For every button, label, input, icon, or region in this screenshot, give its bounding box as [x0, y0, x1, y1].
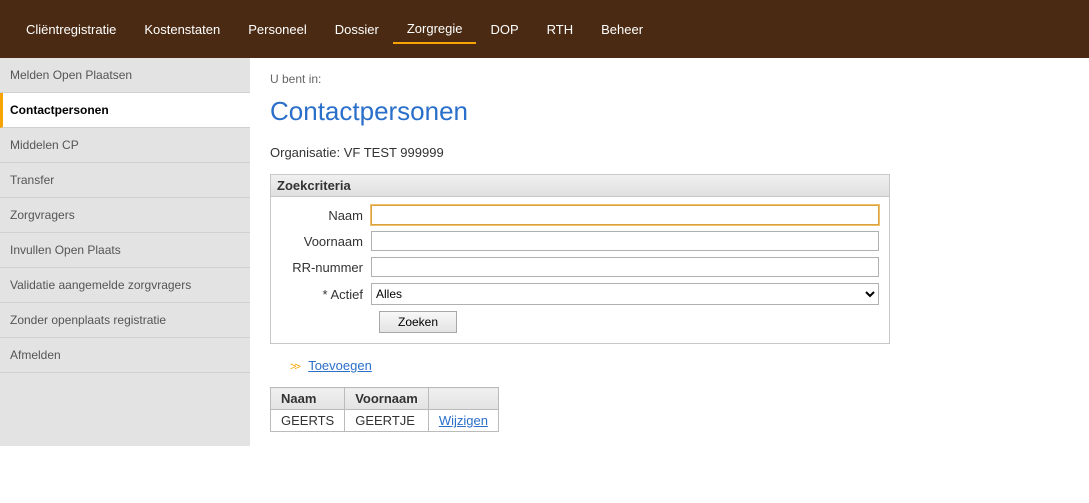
sidebar-item-melden-open-plaatsen[interactable]: Melden Open Plaatsen	[0, 58, 250, 93]
organisation-value: VF TEST 999999	[344, 145, 444, 160]
zoeken-button[interactable]: Zoeken	[379, 311, 457, 333]
voornaam-input[interactable]	[371, 231, 879, 251]
nav-zorgregie[interactable]: Zorgregie	[393, 15, 477, 44]
naam-input[interactable]	[371, 205, 879, 225]
cell-naam: GEERTS	[271, 410, 345, 432]
col-naam: Naam	[271, 388, 345, 410]
toevoegen-link[interactable]: Toevoegen	[308, 358, 372, 373]
sidebar-item-contactpersonen[interactable]: Contactpersonen	[0, 93, 250, 128]
page-title: Contactpersonen	[270, 96, 1069, 127]
cell-voornaam: GEERTJE	[345, 410, 429, 432]
sidebar-item-transfer[interactable]: Transfer	[0, 163, 250, 198]
nav-beheer[interactable]: Beheer	[587, 16, 657, 43]
top-nav: Cliëntregistratie Kostenstaten Personeel…	[0, 0, 1089, 58]
search-panel: Zoekcriteria Naam Voornaam RR-nummer * A…	[270, 174, 890, 344]
nav-personeel[interactable]: Personeel	[234, 16, 321, 43]
actief-select[interactable]: Alles	[371, 283, 879, 305]
sidebar-item-afmelden[interactable]: Afmelden	[0, 338, 250, 373]
breadcrumb: U bent in:	[270, 72, 1069, 86]
nav-dossier[interactable]: Dossier	[321, 16, 393, 43]
search-panel-title: Zoekcriteria	[271, 175, 889, 197]
col-voornaam: Voornaam	[345, 388, 429, 410]
sidebar: Melden Open Plaatsen Contactpersonen Mid…	[0, 58, 250, 446]
sidebar-item-zorgvragers[interactable]: Zorgvragers	[0, 198, 250, 233]
sidebar-item-invullen-open-plaats[interactable]: Invullen Open Plaats	[0, 233, 250, 268]
table-row: GEERTS GEERTJE Wijzigen	[271, 410, 499, 432]
voornaam-label: Voornaam	[281, 234, 371, 249]
organisation-label: Organisatie:	[270, 145, 340, 160]
organisation-line: Organisatie: VF TEST 999999	[270, 145, 1069, 160]
nav-clientregistratie[interactable]: Cliëntregistratie	[12, 16, 130, 43]
sidebar-item-middelen-cp[interactable]: Middelen CP	[0, 128, 250, 163]
main-content: U bent in: Contactpersonen Organisatie: …	[250, 58, 1089, 446]
naam-label: Naam	[281, 208, 371, 223]
col-actions	[428, 388, 498, 410]
nav-rth[interactable]: RTH	[533, 16, 587, 43]
results-table: Naam Voornaam GEERTS GEERTJE Wijzigen	[270, 387, 499, 432]
sidebar-item-validatie-aangemelde[interactable]: Validatie aangemelde zorgvragers	[0, 268, 250, 303]
rr-label: RR-nummer	[281, 260, 371, 275]
nav-kostenstaten[interactable]: Kostenstaten	[130, 16, 234, 43]
sidebar-item-zonder-openplaats[interactable]: Zonder openplaats registratie	[0, 303, 250, 338]
actief-label: * Actief	[281, 287, 371, 302]
nav-dop[interactable]: DOP	[476, 16, 532, 43]
wijzigen-link[interactable]: Wijzigen	[439, 413, 488, 428]
chevron-right-icon: >>	[290, 361, 299, 373]
rr-input[interactable]	[371, 257, 879, 277]
